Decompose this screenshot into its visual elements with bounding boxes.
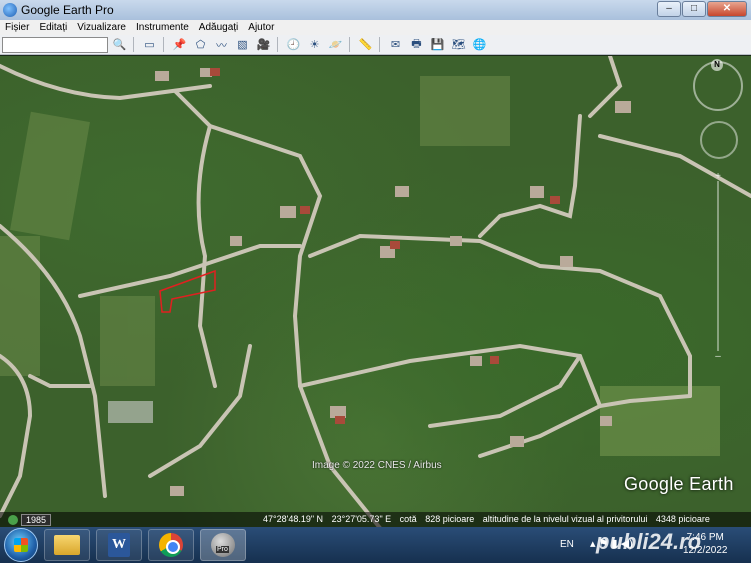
toolbar-divider [349, 37, 350, 52]
eye-altitude-label: altitudine de la nivelul vizual al privi… [482, 514, 648, 524]
imagery-year: 1985 [21, 513, 52, 526]
chrome-icon [159, 533, 183, 557]
menu-edit[interactable]: Editați [34, 22, 72, 33]
menu-add[interactable]: Adăugați [194, 22, 243, 33]
historical-imagery-icon [8, 514, 18, 525]
language-indicator[interactable]: EN [560, 539, 574, 550]
overlay-icon[interactable]: ▧ [233, 36, 252, 53]
sunlight-icon[interactable]: ☀ [305, 36, 324, 53]
path-icon[interactable]: 〰 [212, 36, 231, 53]
search-icon[interactable]: 🔍 [110, 36, 129, 53]
google-earth-pro-icon: Pro [211, 533, 235, 557]
toolbar-divider [379, 37, 380, 52]
historical-imagery-icon[interactable]: 🕘 [284, 36, 303, 53]
zoom-out-icon[interactable]: – [711, 351, 725, 363]
imagery-year-badge[interactable]: 1985 [8, 513, 52, 526]
print-icon[interactable]: 🖶 [407, 36, 426, 53]
menu-bar: Fișier Editați Vizualizare Instrumente A… [0, 20, 751, 35]
earth-icon[interactable]: 🌐 [470, 36, 489, 53]
map-viewport[interactable]: N + – Image © 2022 CNES / Airbus Google … [0, 56, 751, 528]
email-icon[interactable]: ✉ [386, 36, 405, 53]
folder-icon [54, 535, 80, 555]
toolbar-divider [277, 37, 278, 52]
taskbar-word[interactable]: W [96, 529, 142, 561]
zoom-track [717, 181, 719, 351]
placemark-icon[interactable]: 📌 [170, 36, 189, 53]
record-tour-icon[interactable]: 🎥 [254, 36, 273, 53]
toolbar-divider [163, 37, 164, 52]
latitude: 47°28'48.19" N [263, 514, 324, 524]
save-image-icon[interactable]: 💾 [428, 36, 447, 53]
planets-icon[interactable]: 🪐 [326, 36, 345, 53]
taskbar-chrome[interactable] [148, 529, 194, 561]
elevation-value: 828 picioare [425, 514, 475, 524]
maximize-button[interactable]: □ [682, 1, 706, 17]
taskbar-google-earth[interactable]: Pro [200, 529, 246, 561]
start-button[interactable] [4, 528, 38, 562]
menu-help[interactable]: Ajutor [243, 22, 279, 33]
polygon-icon[interactable]: ⬠ [191, 36, 210, 53]
satellite-imagery [0, 56, 751, 528]
toolbar-divider [133, 37, 134, 52]
ruler-icon[interactable]: 📏 [356, 36, 375, 53]
zoom-slider[interactable]: + – [711, 171, 725, 363]
look-joystick[interactable] [700, 121, 738, 159]
word-icon: W [108, 533, 130, 557]
zoom-in-icon[interactable]: + [711, 171, 725, 183]
north-indicator[interactable]: N [711, 59, 723, 71]
elevation-label: cotă [399, 514, 417, 524]
google-earth-logo: Google Earth [624, 474, 734, 494]
menu-file[interactable]: Fișier [0, 22, 34, 33]
status-bar: 1985 47°28'48.19" N 23°27'05.73" E cotă … [0, 512, 751, 527]
coordinates-readout: 47°28'48.19" N 23°27'05.73" E cotă 828 p… [263, 514, 716, 524]
watermark: publi24.ro [596, 529, 702, 554]
menu-view[interactable]: Vizualizare [72, 22, 131, 33]
search-input[interactable] [2, 36, 108, 53]
window-title: Google Earth Pro [21, 3, 114, 17]
menu-tools[interactable]: Instrumente [131, 22, 194, 33]
pro-badge: Pro [216, 546, 229, 553]
window-controls: – □ ✕ [657, 1, 747, 17]
google-earth-icon [3, 3, 17, 17]
close-button[interactable]: ✕ [707, 1, 747, 17]
minimize-button[interactable]: – [657, 1, 681, 17]
taskbar-explorer[interactable] [44, 529, 90, 561]
view-in-maps-icon[interactable]: 🗺 [449, 36, 468, 53]
imagery-attribution: Image © 2022 CNES / Airbus [312, 460, 442, 471]
sidebar-icon[interactable]: ▭ [140, 36, 159, 53]
toolbar: 🔍 ▭ 📌 ⬠ 〰 ▧ 🎥 🕘 ☀ 🪐 📏 ✉ 🖶 💾 🗺 🌐 [0, 35, 751, 55]
eye-altitude-value: 4348 picioare [655, 514, 710, 524]
longitude: 23°27'05.73" E [331, 514, 392, 524]
title-bar: Google Earth Pro – □ ✕ [0, 0, 751, 20]
